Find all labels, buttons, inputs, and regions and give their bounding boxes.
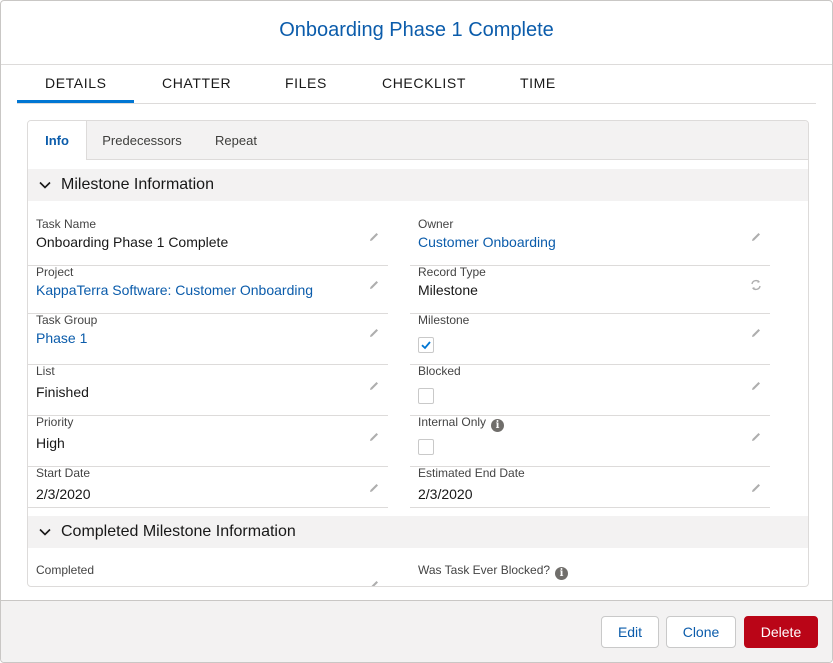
modal-footer: Edit Clone Delete [1, 600, 832, 662]
field-task-group: Task Group Phase 1 [28, 313, 388, 365]
tab-files[interactable]: FILES [285, 75, 327, 91]
field-internal-only: Internal Only i [410, 415, 770, 467]
field-owner: Owner Customer Onboarding [410, 217, 770, 266]
tab-time[interactable]: TIME [520, 75, 556, 91]
chevron-down-icon [39, 181, 51, 189]
internal-only-label: Internal Only [418, 415, 487, 429]
field-value: 2/3/2020 [36, 486, 91, 502]
section-milestone-header[interactable]: Milestone Information [28, 169, 808, 201]
task-group-link[interactable]: Phase 1 [36, 330, 87, 346]
milestone-checkbox[interactable] [418, 337, 434, 353]
field-value: Finished [36, 384, 89, 400]
edit-pencil-icon[interactable] [368, 579, 380, 587]
edit-pencil-icon[interactable] [368, 279, 380, 291]
field-priority: Priority High [28, 415, 388, 467]
section-completed-header[interactable]: Completed Milestone Information [28, 516, 808, 548]
field-label: Start Date [36, 466, 91, 480]
change-record-type-icon[interactable] [750, 279, 762, 291]
clone-button[interactable]: Clone [666, 616, 736, 648]
tab-chatter[interactable]: CHATTER [162, 75, 231, 91]
chevron-down-icon [39, 528, 51, 536]
field-label: Milestone [418, 313, 470, 327]
field-task-name: Task Name Onboarding Phase 1 Complete [28, 217, 388, 266]
edit-pencil-icon[interactable] [750, 327, 762, 339]
task-modal: Onboarding Phase 1 Complete DETAILS CHAT… [0, 0, 833, 663]
edit-pencil-icon[interactable] [368, 231, 380, 243]
section-completed-title: Completed Milestone Information [61, 523, 296, 540]
field-label: Task Group [36, 313, 98, 327]
field-value: Onboarding Phase 1 Complete [36, 234, 229, 250]
edit-pencil-icon[interactable] [750, 231, 762, 243]
active-tab-indicator [17, 100, 134, 103]
tab-details[interactable]: DETAILS [45, 75, 107, 91]
modal-title: Onboarding Phase 1 Complete [279, 19, 554, 41]
tab-checklist[interactable]: CHECKLIST [382, 75, 466, 91]
field-list: List Finished [28, 364, 388, 416]
blocked-checkbox[interactable] [418, 388, 434, 404]
subtab-predecessors[interactable]: Predecessors [90, 121, 194, 159]
field-label: Estimated End Date [418, 466, 525, 480]
field-label: Task Name [36, 217, 97, 231]
field-label: Blocked [418, 364, 461, 378]
detail-subtabs: Info Predecessors Repeat [28, 121, 808, 160]
edit-pencil-icon[interactable] [750, 482, 762, 494]
field-label: Was Task Ever Blocked? i [418, 563, 569, 580]
field-label: Internal Only i [418, 415, 505, 432]
edit-button[interactable]: Edit [601, 616, 659, 648]
field-record-type: Record Type Milestone [410, 265, 770, 314]
delete-button[interactable]: Delete [744, 616, 818, 648]
edit-pencil-icon[interactable] [750, 380, 762, 392]
subtab-info[interactable]: Info [28, 121, 87, 160]
edit-pencil-icon[interactable] [368, 482, 380, 494]
edit-pencil-icon[interactable] [368, 380, 380, 392]
field-completed: Completed [28, 563, 388, 587]
internal-only-checkbox[interactable] [418, 439, 434, 455]
field-value: High [36, 435, 65, 451]
field-label: Priority [36, 415, 74, 429]
was-task-ever-blocked-label: Was Task Ever Blocked? [418, 563, 551, 577]
field-value: 2/3/2020 [418, 486, 473, 502]
field-value: Milestone [418, 282, 478, 298]
field-blocked: Blocked [410, 364, 770, 416]
field-label: List [36, 364, 55, 378]
details-panel: Info Predecessors Repeat Milestone Infor… [27, 120, 809, 587]
field-estimated-end-date: Estimated End Date 2/3/2020 [410, 466, 770, 508]
edit-pencil-icon[interactable] [368, 327, 380, 339]
edit-pencil-icon[interactable] [368, 431, 380, 443]
field-project: Project KappaTerra Software: Customer On… [28, 265, 388, 314]
field-label: Owner [418, 217, 454, 231]
field-start-date: Start Date 2/3/2020 [28, 466, 388, 508]
edit-pencil-icon[interactable] [750, 431, 762, 443]
field-was-task-ever-blocked: Was Task Ever Blocked? i [410, 563, 770, 586]
checkmark-icon [421, 341, 431, 350]
field-label: Project [36, 265, 74, 279]
owner-link[interactable]: Customer Onboarding [418, 234, 556, 250]
field-label: Record Type [418, 265, 486, 279]
field-label: Completed [36, 563, 95, 577]
field-milestone: Milestone [410, 313, 770, 365]
record-tabs: DETAILS CHATTER FILES CHECKLIST TIME [17, 65, 816, 104]
info-icon[interactable]: i [555, 567, 569, 580]
project-link[interactable]: KappaTerra Software: Customer Onboarding [36, 282, 313, 298]
subtab-repeat[interactable]: Repeat [202, 121, 270, 159]
section-milestone-title: Milestone Information [61, 176, 214, 193]
info-icon[interactable]: i [491, 419, 505, 432]
